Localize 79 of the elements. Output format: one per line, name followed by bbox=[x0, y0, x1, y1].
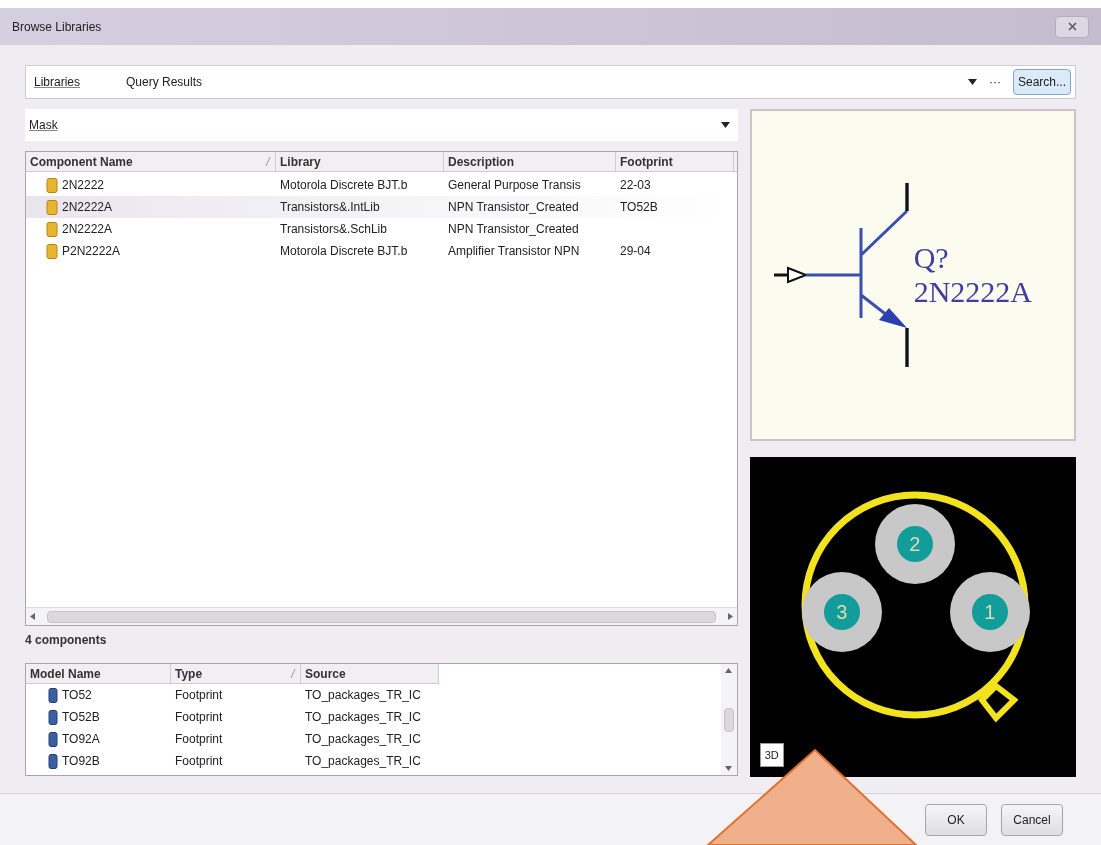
libraries-dropdown[interactable]: Query Results bbox=[126, 73, 985, 91]
dropdown-arrow-icon[interactable] bbox=[720, 122, 730, 128]
table-cell-text: NPN Transistor_Created bbox=[447, 221, 580, 238]
component-row[interactable]: P2N2222A Motorola Discrete BJT.b Amplifier Transistor NPN 29-04 bbox=[26, 240, 737, 262]
table-cell-text: Motorola Discrete BJT.b bbox=[279, 177, 409, 194]
table-cell-text: 22-03 bbox=[619, 177, 652, 194]
dropdown-arrow-icon[interactable] bbox=[967, 79, 977, 85]
component-row[interactable]: 2N2222 Motorola Discrete BJT.b General Purpose Transis 22-03 bbox=[26, 174, 737, 196]
scroll-down-icon[interactable] bbox=[725, 766, 733, 771]
table-cell-text: TO_packages_TR_IC bbox=[304, 709, 422, 726]
table-cell-text: Footprint bbox=[174, 687, 224, 704]
close-icon bbox=[1067, 22, 1077, 31]
component-name: 2N2222A bbox=[62, 199, 113, 216]
component-row[interactable]: 2N2222A Transistors&.SchLib NPN Transistor_Created bbox=[26, 218, 737, 240]
dialog-button[interactable]: Cancel bbox=[1001, 803, 1063, 836]
table-cell-text: Footprint bbox=[174, 731, 224, 748]
mask-field[interactable]: Mask bbox=[25, 109, 738, 141]
table-cell-text: TO52B bbox=[619, 199, 659, 216]
library-book-icon bbox=[46, 221, 58, 237]
model-icon bbox=[48, 731, 58, 747]
sort-icon bbox=[265, 157, 271, 166]
model-icon bbox=[48, 687, 58, 703]
column-header[interactable]: Description bbox=[444, 152, 616, 171]
column-header[interactable]: Component Name bbox=[26, 152, 276, 171]
dialog-button[interactable]: OK bbox=[925, 803, 987, 836]
table-cell-text: Motorola Discrete BJT.b bbox=[279, 243, 409, 260]
close-button[interactable] bbox=[1055, 15, 1089, 38]
table-cell-text: Amplifier Transistor NPN bbox=[447, 243, 581, 260]
pad: 1 bbox=[949, 572, 1030, 652]
model-name: TO52 bbox=[62, 687, 92, 704]
column-header[interactable]: Model Name bbox=[26, 664, 171, 684]
pad: 2 bbox=[874, 504, 955, 584]
table-cell-text: Transistors&.SchLib bbox=[279, 221, 388, 238]
model-row[interactable]: TO52B Footprint TO_packages_TR_IC bbox=[26, 706, 721, 728]
browse-button[interactable]: ··· bbox=[984, 73, 1005, 91]
window-title: Browse Libraries bbox=[12, 18, 102, 36]
horizontal-scrollbar[interactable] bbox=[26, 607, 737, 625]
scroll-up-icon[interactable] bbox=[725, 668, 733, 673]
scroll-right-icon[interactable] bbox=[727, 613, 733, 620]
component-name: P2N2222A bbox=[62, 243, 121, 260]
vertical-scrollbar[interactable] bbox=[720, 664, 737, 775]
scroll-thumb[interactable] bbox=[723, 707, 734, 732]
table-cell-text: TO_packages_TR_IC bbox=[304, 753, 422, 770]
column-header[interactable]: Source bbox=[301, 664, 439, 684]
model-name: TO92B bbox=[62, 753, 100, 770]
table-cell-text: NPN Transistor_Created bbox=[447, 199, 580, 216]
table-cell-text: TO_packages_TR_IC bbox=[304, 687, 422, 704]
model-row[interactable]: TO52 Footprint TO_packages_TR_IC bbox=[26, 684, 721, 706]
mask-label: Mask bbox=[29, 117, 58, 134]
table-cell-text: Footprint bbox=[174, 753, 224, 770]
model-row[interactable]: TO92B Footprint TO_packages_TR_IC bbox=[26, 750, 721, 772]
component-count: 4 components bbox=[25, 632, 108, 649]
table-cell-text: Transistors&.IntLib bbox=[279, 199, 381, 216]
pad: 3 bbox=[801, 572, 882, 652]
table-cell-text: 29-04 bbox=[619, 243, 652, 260]
table-cell-text: Footprint bbox=[174, 709, 224, 726]
designator-label: Q? bbox=[913, 241, 950, 275]
libraries-label: Libraries bbox=[34, 74, 82, 91]
column-header[interactable]: Footprint bbox=[616, 152, 734, 171]
model-icon bbox=[48, 753, 58, 769]
component-name: 2N2222 bbox=[62, 177, 105, 194]
component-name: 2N2222A bbox=[62, 221, 113, 238]
model-name: TO92A bbox=[62, 731, 100, 748]
search-button[interactable]: Search... bbox=[1012, 69, 1071, 95]
comment-label: 2N2222A bbox=[913, 275, 1033, 309]
column-header[interactable]: Library bbox=[276, 152, 444, 171]
scroll-thumb[interactable] bbox=[47, 610, 716, 623]
model-name: TO52B bbox=[62, 709, 100, 726]
sort-icon bbox=[290, 669, 296, 678]
table-cell-text: General Purpose Transis bbox=[447, 177, 582, 194]
column-header[interactable]: Type bbox=[171, 664, 301, 684]
library-book-icon bbox=[46, 199, 58, 215]
model-icon bbox=[48, 709, 58, 725]
library-book-icon bbox=[46, 243, 58, 259]
library-book-icon bbox=[46, 177, 58, 193]
scroll-left-icon[interactable] bbox=[30, 613, 35, 620]
table-cell-text: TO_packages_TR_IC bbox=[304, 731, 422, 748]
model-row[interactable]: TO92A Footprint TO_packages_TR_IC bbox=[26, 728, 721, 750]
3d-view-button[interactable]: 3D bbox=[759, 743, 784, 767]
